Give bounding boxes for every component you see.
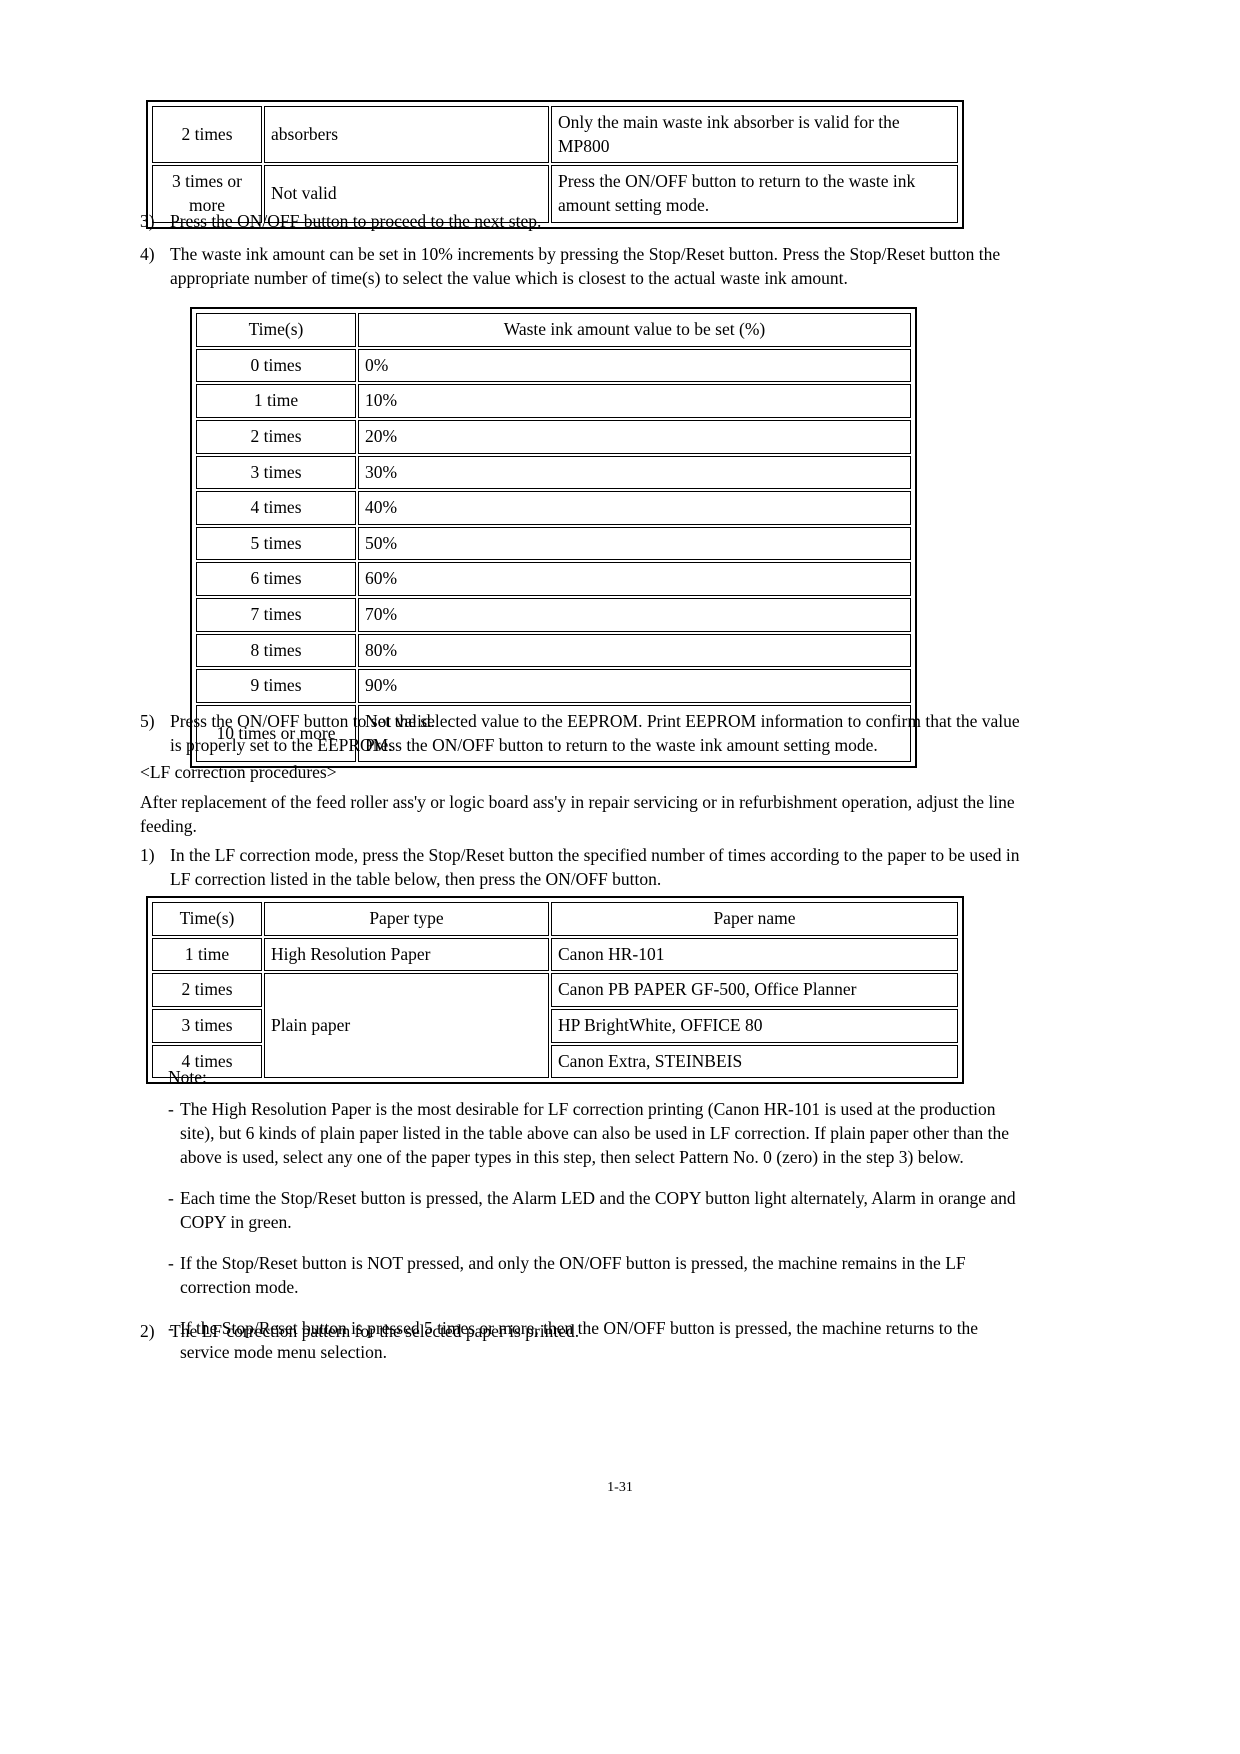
- cell-value: 0%: [358, 348, 911, 383]
- note-item-text: Each time the Stop/Reset button is press…: [180, 1187, 1016, 1232]
- cell-value: 20%: [358, 419, 911, 454]
- table-header-row: Time(s) Paper type Paper name: [152, 902, 958, 936]
- cell-times: 3 times: [196, 455, 356, 490]
- cell-paper-name: HP BrightWhite, OFFICE 80: [551, 1008, 958, 1043]
- note-item: - Each time the Stop/Reset button is pre…: [168, 1187, 1028, 1235]
- lf-step-2-number: 2): [140, 1321, 155, 1341]
- table-row: 2 times Plain paper Canon PB PAPER GF-50…: [152, 973, 958, 1079]
- step-5: 5) Press the ON/OFF button to set the se…: [140, 710, 1020, 758]
- cell-times: 3 times: [152, 1008, 262, 1043]
- cell-value: 70%: [358, 598, 911, 632]
- note-item: - The High Resolution Paper is the most …: [168, 1098, 1028, 1170]
- cell-times: 9 times: [196, 669, 356, 703]
- step-4-text: The waste ink amount can be set in 10% i…: [170, 244, 1001, 288]
- page-footer: 1-31: [0, 1480, 1240, 1496]
- lf-step-1: 1) In the LF correction mode, press the …: [140, 844, 1020, 892]
- cell-value: 30%: [358, 455, 911, 490]
- cell-value: 90%: [358, 669, 911, 703]
- note-label: Note:: [168, 1067, 207, 1087]
- note-item-text: If the Stop/Reset button is NOT pressed,…: [180, 1252, 966, 1297]
- cell-times: 2 times: [196, 419, 356, 454]
- step-5-text: Press the ON/OFF button to set the selec…: [170, 711, 1020, 755]
- cell-description: Only the main waste ink absorber is vali…: [551, 106, 958, 164]
- page-number: 1-31: [607, 1480, 633, 1495]
- lf-step-1-text: In the LF correction mode, press the Sto…: [170, 845, 1020, 889]
- lf-paper-table: Time(s) Paper type Paper name 1 time Hig…: [146, 896, 964, 1085]
- header-times: Time(s): [196, 313, 356, 347]
- table-row: 5 times 50%: [196, 526, 911, 561]
- cell-paper-type-plain: Plain paper: [264, 973, 549, 1079]
- cell-paper-name: Canon HR-101: [551, 937, 958, 972]
- service-manual-page: 2 times absorbers Only the main waste in…: [0, 0, 1240, 1754]
- table-row: 3 times 30%: [196, 455, 911, 490]
- cell-times: 7 times: [196, 598, 356, 632]
- lf-correction-heading: <LF correction procedures>: [140, 762, 337, 782]
- cell-times: 8 times: [196, 633, 356, 668]
- cell-times: 2 times: [152, 106, 262, 164]
- table-row: 2 times absorbers Only the main waste in…: [152, 106, 958, 164]
- lf-step-2-text: The LF correction pattern for the select…: [170, 1321, 580, 1341]
- lf-correction-intro: After replacement of the feed roller ass…: [140, 792, 1015, 836]
- step-3-text: Press the ON/OFF button to proceed to th…: [170, 211, 542, 231]
- cell-times: 5 times: [196, 526, 356, 561]
- step-4: 4) The waste ink amount can be set in 10…: [140, 243, 1020, 291]
- header-times: Time(s): [152, 902, 262, 936]
- table-row: 0 times 0%: [196, 348, 911, 383]
- waste-ink-amount-table: Time(s) Waste ink amount value to be set…: [190, 307, 917, 769]
- cell-value: 60%: [358, 562, 911, 596]
- table-row: 1 time High Resolution Paper Canon HR-10…: [152, 937, 958, 972]
- cell-value: 10%: [358, 384, 911, 418]
- cell-times: 0 times: [196, 348, 356, 383]
- lf-step-1-number: 1): [140, 845, 155, 865]
- table-row: 4 times 40%: [196, 491, 911, 525]
- step-3: 3) Press the ON/OFF button to proceed to…: [140, 210, 1020, 234]
- cell-times: 4 times: [196, 491, 356, 525]
- cell-value: 40%: [358, 491, 911, 525]
- step-5-number: 5): [140, 711, 155, 731]
- cell-value: 80%: [358, 633, 911, 668]
- cell-times: 2 times: [152, 973, 262, 1007]
- step-4-number: 4): [140, 244, 155, 264]
- cell-times: 6 times: [196, 562, 356, 596]
- table-row: 9 times 90%: [196, 669, 911, 703]
- header-value: Waste ink amount value to be set (%): [358, 313, 911, 347]
- table-row: 1 time 10%: [196, 384, 911, 418]
- cell-times: 1 time: [196, 384, 356, 418]
- cell-paper-name: Canon PB PAPER GF-500, Office Planner: [551, 973, 958, 1007]
- table-row: 8 times 80%: [196, 633, 911, 668]
- note-item: - If the Stop/Reset button is NOT presse…: [168, 1252, 1028, 1300]
- table-row: 6 times 60%: [196, 562, 911, 596]
- cell-value: 50%: [358, 526, 911, 561]
- header-paper-type: Paper type: [264, 902, 549, 936]
- note-item-text: The High Resolution Paper is the most de…: [180, 1099, 1010, 1167]
- note-dash: -: [168, 1252, 174, 1273]
- table-row: 2 times 20%: [196, 419, 911, 454]
- cell-validity: absorbers: [264, 106, 549, 164]
- cell-times: 1 time: [152, 937, 262, 972]
- note-dash: -: [168, 1187, 174, 1208]
- step-3-number: 3): [140, 211, 155, 231]
- table-row: 7 times 70%: [196, 598, 911, 632]
- table-header-row: Time(s) Waste ink amount value to be set…: [196, 313, 911, 347]
- cell-paper-type: High Resolution Paper: [264, 937, 549, 972]
- note-dash: -: [168, 1099, 174, 1119]
- header-paper-name: Paper name: [551, 902, 958, 936]
- lf-step-2: 2) The LF correction pattern for the sel…: [140, 1320, 1020, 1344]
